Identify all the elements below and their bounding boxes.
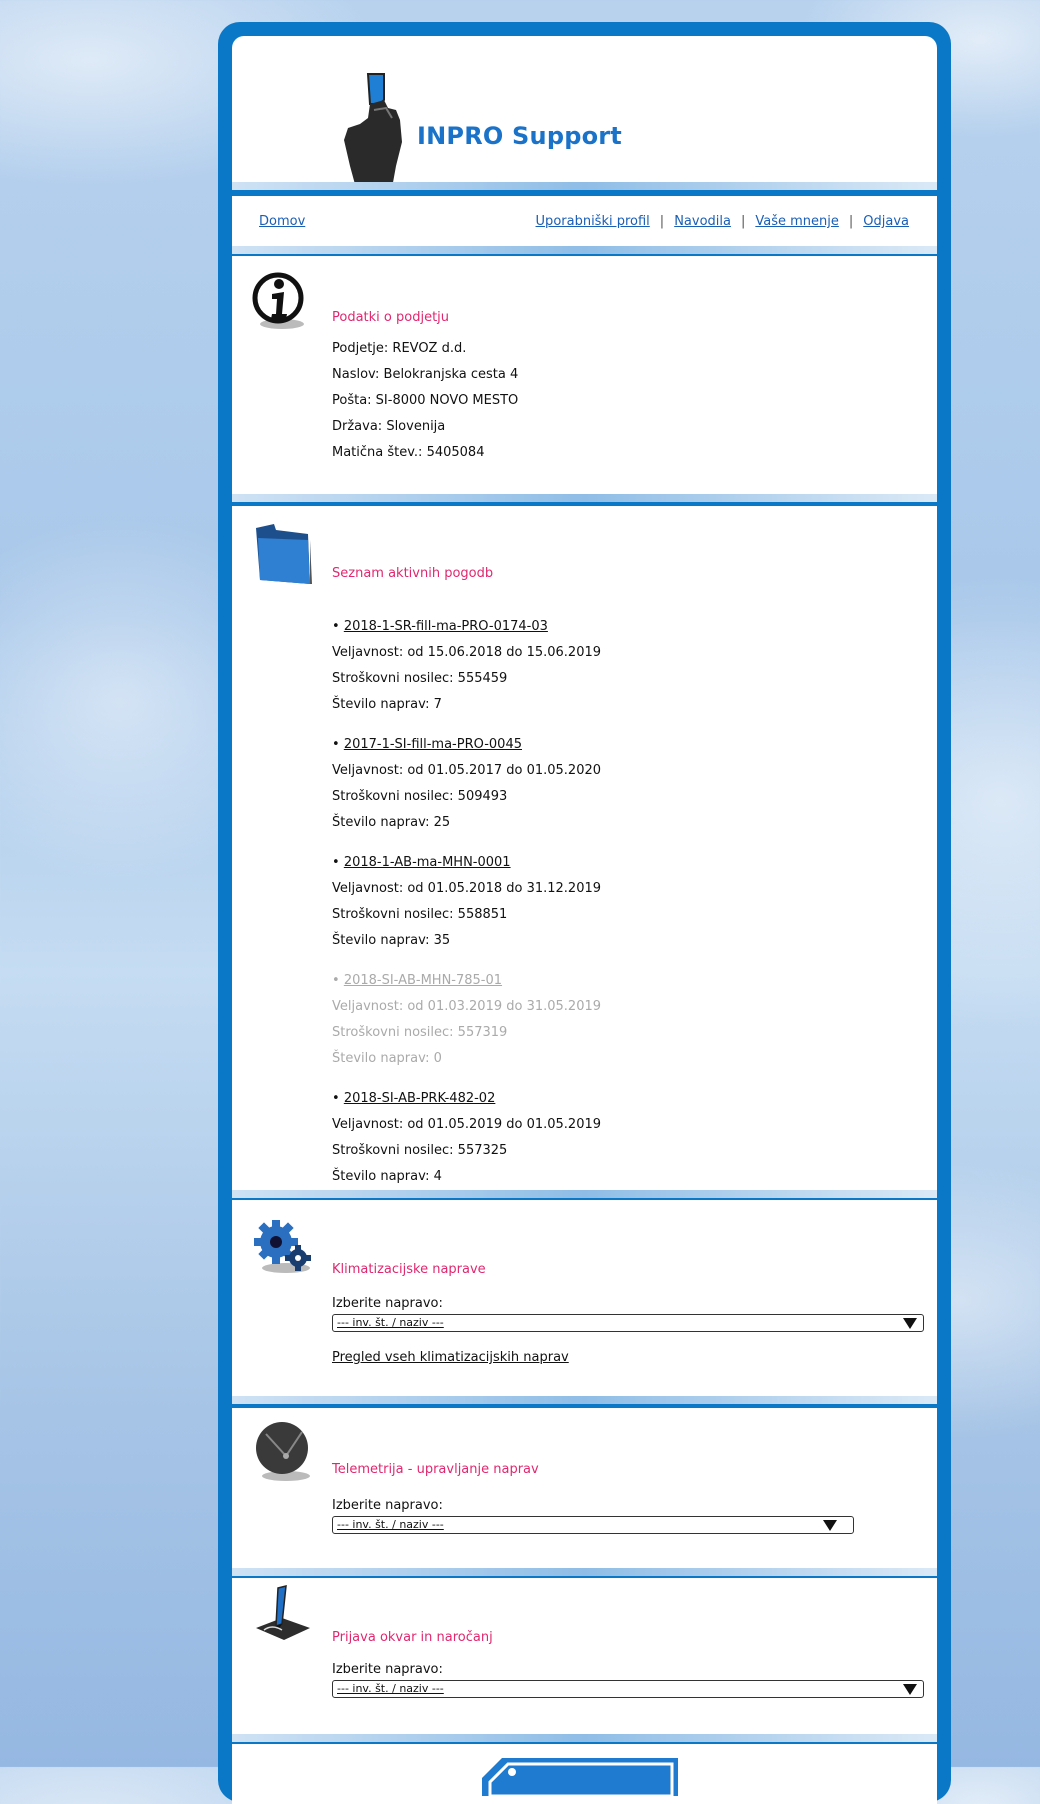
- contract-device-count: Število naprav: 25: [332, 815, 451, 830]
- nav-instructions-link[interactable]: Navodila: [674, 214, 731, 229]
- contract-link[interactable]: 2018-1-SR-fill-ma-PRO-0174-03: [344, 619, 548, 634]
- fault-reporting-title: Prijava okvar in naročanj: [332, 1630, 493, 1645]
- divider: [232, 246, 937, 254]
- chevron-down-icon: [903, 1684, 917, 1695]
- active-contracts-section: Seznam aktivnih pogodb • 2018-1-SR-fill-…: [232, 506, 937, 1190]
- divider: [232, 1190, 937, 1198]
- telemetry-section: Telemetrija - upravljanje naprav Izberit…: [232, 1408, 937, 1568]
- divider: [232, 1396, 937, 1404]
- satellite-dish-icon: [256, 1422, 310, 1481]
- header-panel: INPRO Support: [232, 36, 937, 188]
- chevron-down-icon: [823, 1520, 837, 1531]
- company-info-section: Podatki o podjetju Podjetje: REVOZ d.d. …: [232, 256, 937, 494]
- contract-link[interactable]: 2018-1-AB-ma-MHN-0001: [344, 855, 511, 870]
- all-ac-devices-link[interactable]: Pregled vseh klimatizacijskih naprav: [332, 1350, 569, 1365]
- contract-device-count: Število naprav: 0: [332, 1051, 442, 1066]
- divider: [232, 1568, 937, 1576]
- nav-feedback-link[interactable]: Vaše mnenje: [755, 214, 839, 229]
- contract-item: • 2018-1-AB-ma-MHN-0001 Veljavnost: od 0…: [332, 850, 601, 954]
- contract-item: • 2018-SI-AB-PRK-482-02 Veljavnost: od 0…: [332, 1086, 601, 1190]
- contract-link[interactable]: 2017-1-SI-fill-ma-PRO-0045: [344, 737, 522, 752]
- contract-validity: Veljavnost: od 01.05.2018 do 31.12.2019: [332, 881, 602, 896]
- company-reg-number: Matična štev.: 5405084: [332, 445, 485, 460]
- contract-cost-center: Stroškovni nosilec: 557325: [332, 1143, 508, 1158]
- telemetry-device-select[interactable]: --- inv. št. / naziv ---: [332, 1516, 854, 1534]
- select-device-label: Izberite napravo:: [332, 1662, 443, 1677]
- contract-item-inactive: • 2018-SI-AB-MHN-785-01 Veljavnost: od 0…: [332, 968, 601, 1072]
- contract-validity: Veljavnost: od 01.05.2019 do 01.05.2019: [332, 1117, 602, 1132]
- contract-validity: Veljavnost: od 01.05.2017 do 01.05.2020: [332, 763, 602, 778]
- company-name: Podjetje: REVOZ d.d.: [332, 341, 467, 356]
- air-conditioning-title: Klimatizacijske naprave: [332, 1262, 486, 1277]
- divider: [232, 182, 937, 190]
- fault-device-select[interactable]: --- inv. št. / naziv ---: [332, 1680, 924, 1698]
- contract-cost-center: Stroškovni nosilec: 557319: [332, 1025, 508, 1040]
- folder-icon: [256, 524, 312, 584]
- page-frame: INPRO Support Domov Uporabniški profil | N…: [218, 22, 951, 1804]
- active-contracts-title: Seznam aktivnih pogodb: [332, 566, 494, 581]
- gears-icon: [254, 1220, 311, 1273]
- contract-link[interactable]: 2018-SI-AB-MHN-785-01: [344, 973, 502, 988]
- contract-device-count: Število naprav: 4: [332, 1169, 442, 1184]
- contract-validity: Veljavnost: od 01.03.2019 do 31.05.2019: [332, 999, 602, 1014]
- company-info-lines: Podjetje: REVOZ d.d. Naslov: Belokranjsk…: [332, 336, 518, 466]
- contract-list: • 2018-1-SR-fill-ma-PRO-0174-03 Veljavno…: [332, 614, 601, 1204]
- company-info-title: Podatki o podjetju: [332, 310, 450, 325]
- contract-device-count: Število naprav: 35: [332, 933, 451, 948]
- brand-title: INPRO Support: [417, 122, 622, 150]
- nav-right-links: Uporabniški profil | Navodila | Vaše mnenje |…: [535, 214, 909, 229]
- telemetry-title: Telemetrija - upravljanje naprav: [332, 1462, 539, 1477]
- contract-device-count: Število naprav: 7: [332, 697, 442, 712]
- company-country: Država: Slovenija: [332, 419, 446, 434]
- chevron-down-icon: [903, 1318, 917, 1329]
- nav-user-profile-link[interactable]: Uporabniški profil: [536, 214, 650, 229]
- contract-item: • 2018-1-SR-fill-ma-PRO-0174-03 Veljavno…: [332, 614, 601, 718]
- info-icon: [252, 272, 304, 329]
- contract-cost-center: Stroškovni nosilec: 558851: [332, 907, 508, 922]
- select-device-label: Izberite napravo:: [332, 1296, 443, 1311]
- divider: [232, 494, 937, 502]
- pointing-hand-logo-icon: [344, 73, 402, 188]
- ac-device-select[interactable]: --- inv. št. / naziv ---: [332, 1314, 924, 1332]
- contract-validity: Veljavnost: od 15.06.2018 do 15.06.2019: [332, 645, 602, 660]
- contract-cost-center: Stroškovni nosilec: 555459: [332, 671, 508, 686]
- contract-item: • 2017-1-SI-fill-ma-PRO-0045 Veljavnost:…: [332, 732, 601, 836]
- top-navigation: Domov Uporabniški profil | Navodila | Vaše m…: [232, 196, 937, 246]
- ticket-tag-icon[interactable]: [478, 1756, 688, 1796]
- air-conditioning-section: Klimatizacijske naprave Izberite napravo…: [232, 1200, 937, 1396]
- contract-cost-center: Stroškovni nosilec: 509493: [332, 789, 508, 804]
- fault-reporting-section: Prijava okvar in naročanj Izberite napra…: [232, 1578, 937, 1734]
- divider: [232, 1734, 937, 1742]
- contract-link[interactable]: 2018-SI-AB-PRK-482-02: [344, 1091, 496, 1106]
- nav-home-link[interactable]: Domov: [259, 214, 305, 229]
- nav-logout-link[interactable]: Odjava: [863, 214, 909, 229]
- company-post: Pošta: SI-8000 NOVO MESTO: [332, 393, 519, 408]
- footer-panel: [232, 1744, 937, 1804]
- pen-writing-icon: [256, 1585, 310, 1640]
- select-device-label: Izberite napravo:: [332, 1498, 443, 1513]
- company-address: Naslov: Belokranjska cesta 4: [332, 367, 519, 382]
